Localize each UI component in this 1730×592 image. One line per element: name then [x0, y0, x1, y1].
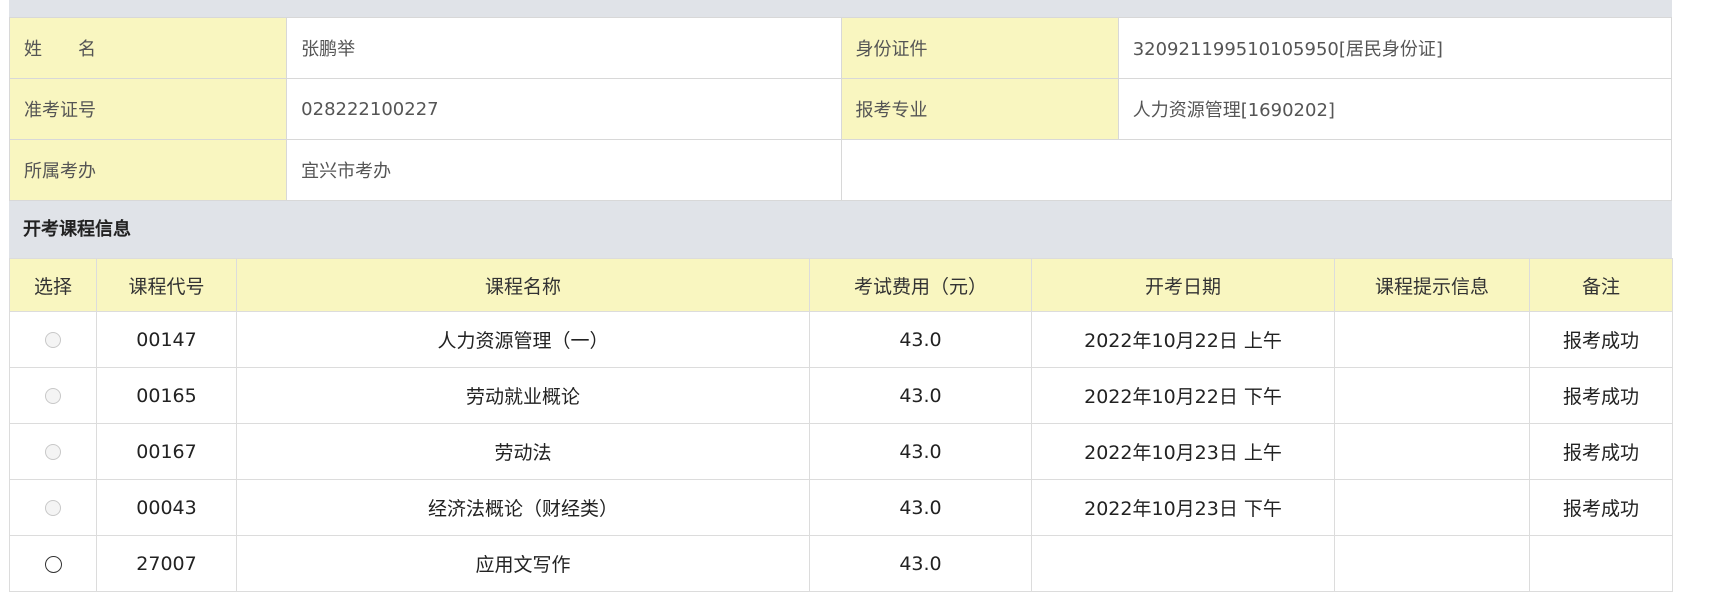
course-date: 2022年10月23日 下午	[1031, 479, 1335, 536]
section-title: 开考课程信息	[9, 201, 1672, 258]
course-tip	[1334, 367, 1530, 424]
info-row: 姓 名 张鹏举 身份证件 320921199510105950[居民身份证]	[8, 17, 1673, 79]
major-label: 报考专业	[840, 78, 1119, 140]
info-row: 准考证号 028222100227 报考专业 人力资源管理[1690202]	[8, 78, 1673, 140]
course-fee: 43.0	[809, 311, 1032, 368]
course-tip	[1334, 423, 1530, 480]
id-value: 320921199510105950[居民身份证]	[1117, 17, 1673, 79]
id-label: 身份证件	[840, 17, 1119, 79]
course-radio[interactable]	[44, 555, 62, 573]
course-code: 00167	[96, 423, 237, 480]
course-name: 劳动就业概论	[236, 367, 810, 424]
col-header-code: 课程代号	[96, 258, 237, 312]
empty-cell	[840, 139, 1673, 201]
major-value: 人力资源管理[1690202]	[1117, 78, 1673, 140]
course-radio	[45, 444, 61, 460]
name-label: 姓 名	[8, 17, 288, 79]
col-header-fee: 考试费用（元）	[809, 258, 1032, 312]
course-date: 2022年10月22日 下午	[1031, 367, 1335, 424]
course-code: 27007	[96, 535, 237, 592]
course-row: 00043 经济法概论（财经类） 43.0 2022年10月23日 下午 报考成…	[9, 479, 1673, 536]
col-header-name: 课程名称	[236, 258, 810, 312]
col-header-remark: 备注	[1529, 258, 1673, 312]
col-header-tip: 课程提示信息	[1334, 258, 1530, 312]
ticket-value: 028222100227	[286, 78, 842, 140]
select-cell	[9, 311, 97, 368]
course-row: 00147 人力资源管理（一） 43.0 2022年10月22日 上午 报考成功	[9, 311, 1673, 368]
course-date: 2022年10月22日 上午	[1031, 311, 1335, 368]
course-radio	[45, 332, 61, 348]
col-header-select: 选择	[9, 258, 97, 312]
course-name: 劳动法	[236, 423, 810, 480]
select-cell	[9, 479, 97, 536]
col-header-date: 开考日期	[1031, 258, 1335, 312]
select-cell[interactable]	[9, 535, 97, 592]
info-row: 所属考办 宜兴市考办	[8, 139, 1673, 201]
course-remark: 报考成功	[1529, 479, 1673, 536]
course-code: 00147	[96, 311, 237, 368]
course-remark: 报考成功	[1529, 423, 1673, 480]
course-fee: 43.0	[809, 367, 1032, 424]
course-fee: 43.0	[809, 423, 1032, 480]
ticket-label: 准考证号	[8, 78, 288, 140]
course-remark: 报考成功	[1529, 367, 1673, 424]
course-name: 人力资源管理（一）	[236, 311, 810, 368]
select-cell	[9, 423, 97, 480]
office-label: 所属考办	[8, 139, 288, 201]
course-row: 00165 劳动就业概论 43.0 2022年10月22日 下午 报考成功	[9, 367, 1673, 424]
course-name: 经济法概论（财经类）	[236, 479, 810, 536]
course-name: 应用文写作	[236, 535, 810, 592]
course-remark	[1529, 535, 1673, 592]
course-tip	[1334, 311, 1530, 368]
course-radio	[45, 388, 61, 404]
course-row: 00167 劳动法 43.0 2022年10月23日 上午 报考成功	[9, 423, 1673, 480]
course-tip	[1334, 535, 1530, 592]
course-radio	[45, 500, 61, 516]
course-remark: 报考成功	[1529, 311, 1673, 368]
office-value: 宜兴市考办	[286, 139, 842, 201]
course-code: 00043	[96, 479, 237, 536]
course-table: 选择 课程代号 课程名称 考试费用（元） 开考日期 课程提示信息 备注 0014…	[9, 258, 1673, 592]
course-fee: 43.0	[809, 479, 1032, 536]
select-cell	[9, 367, 97, 424]
course-tip	[1334, 479, 1530, 536]
top-header-bar	[9, 0, 1672, 17]
student-info-table: 姓 名 张鹏举 身份证件 320921199510105950[居民身份证] 准…	[8, 17, 1673, 201]
course-date: 2022年10月23日 上午	[1031, 423, 1335, 480]
course-date	[1031, 535, 1335, 592]
course-header-row: 选择 课程代号 课程名称 考试费用（元） 开考日期 课程提示信息 备注	[9, 258, 1673, 312]
name-value: 张鹏举	[286, 17, 842, 79]
course-fee: 43.0	[809, 535, 1032, 592]
course-row[interactable]: 27007 应用文写作 43.0	[9, 535, 1673, 592]
course-code: 00165	[96, 367, 237, 424]
exam-registration-panel: 姓 名 张鹏举 身份证件 320921199510105950[居民身份证] 准…	[8, 0, 1673, 592]
